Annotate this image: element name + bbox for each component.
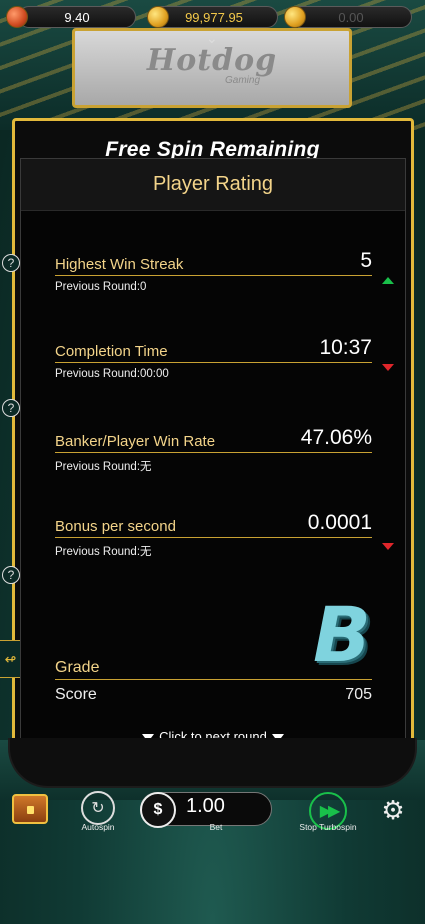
stat-highest-win-streak: Highest Win Streak 5 Previous Round:0	[55, 249, 394, 293]
balance-pill: 99,977.95	[150, 6, 278, 28]
grade-label: Grade	[55, 659, 100, 676]
turbospin-label: Stop Turbospin	[299, 822, 357, 832]
stat-value: 0.0001	[307, 511, 372, 534]
stat-pill-1: 9.40	[18, 6, 136, 28]
coin-icon	[284, 6, 306, 28]
logo-text: Hotdog	[146, 43, 278, 78]
stat-win-rate: Banker/Player Win Rate 47.06% Previous R…	[55, 426, 372, 474]
modal-header: Player Rating	[21, 159, 405, 211]
stat-row: Bonus per second 0.0001	[55, 511, 372, 538]
stat-previous: Previous Round:无	[55, 461, 152, 473]
bottom-controls: ↻ Autospin $ 1.00 Bet ▶▶ Stop Turbospin …	[0, 786, 425, 836]
fast-forward-icon: ▶▶	[319, 803, 341, 820]
stat-row: Banker/Player Win Rate 47.06%	[55, 426, 372, 453]
help-icon[interactable]: ?	[2, 566, 20, 584]
chevron-down-icon[interactable]: ⌄	[206, 30, 218, 47]
table-edge	[8, 738, 417, 788]
score-label: Score	[55, 686, 97, 703]
help-icon[interactable]: ?	[2, 254, 20, 272]
stat-label: Completion Time	[55, 343, 168, 360]
stat-value-3: 0.00	[338, 9, 364, 25]
trend-down-icon	[382, 543, 394, 550]
player-rating-modal: Player Rating Highest Win Streak 5 Previ…	[20, 158, 406, 758]
stat-row: Grade	[55, 659, 372, 680]
stat-previous: Previous Round:00:00	[55, 368, 169, 380]
autospin-button[interactable]: ↻	[81, 791, 115, 825]
stat-row: Highest Win Streak 5	[55, 249, 372, 276]
autospin-label: Autospin	[81, 822, 115, 832]
stat-value: 47.06%	[300, 426, 372, 449]
stat-label: Bonus per second	[55, 518, 176, 535]
top-status-bar: 9.40 99,977.95 0.00	[0, 4, 425, 30]
refresh-icon: ↻	[91, 800, 105, 817]
trend-down-icon	[382, 364, 394, 371]
bet-value[interactable]: 1.00	[186, 795, 225, 818]
stat-value-1: 9.40	[64, 9, 90, 25]
stat-value: 5	[360, 249, 372, 272]
bet-label: Bet	[209, 822, 223, 832]
modal-title: Player Rating	[152, 173, 274, 195]
trend-up-icon	[382, 277, 394, 284]
coin-stack-icon	[147, 6, 169, 28]
hotdog-icon	[6, 6, 28, 28]
stat-row: Completion Time 10:37	[55, 336, 372, 363]
score-row: Score 705	[55, 686, 372, 704]
balance-value: 99,977.95	[185, 9, 243, 25]
stat-bonus-per-second: Bonus per second 0.0001 Previous Round:无	[55, 511, 394, 559]
stat-pill-3: 0.00	[290, 6, 412, 28]
help-icon[interactable]: ?	[2, 399, 20, 417]
stat-completion-time: Completion Time 10:37 Previous Round:00:…	[55, 336, 394, 380]
score-value: 705	[345, 686, 372, 703]
bet-chip-icon[interactable]: $	[140, 792, 176, 828]
stat-label: Banker/Player Win Rate	[55, 433, 216, 450]
gear-icon[interactable]: ⚙	[379, 796, 407, 824]
grade-row: Grade	[55, 659, 372, 680]
treasure-chest-icon[interactable]	[12, 794, 48, 824]
stat-previous: Previous Round:无	[55, 546, 152, 558]
stat-label: Highest Win Streak	[55, 256, 184, 273]
side-tab-icon[interactable]: ↫	[0, 640, 22, 678]
stat-previous: Previous Round:0	[55, 281, 147, 293]
logo-subtext: Gaming	[225, 75, 261, 86]
stat-value: 10:37	[319, 336, 372, 359]
